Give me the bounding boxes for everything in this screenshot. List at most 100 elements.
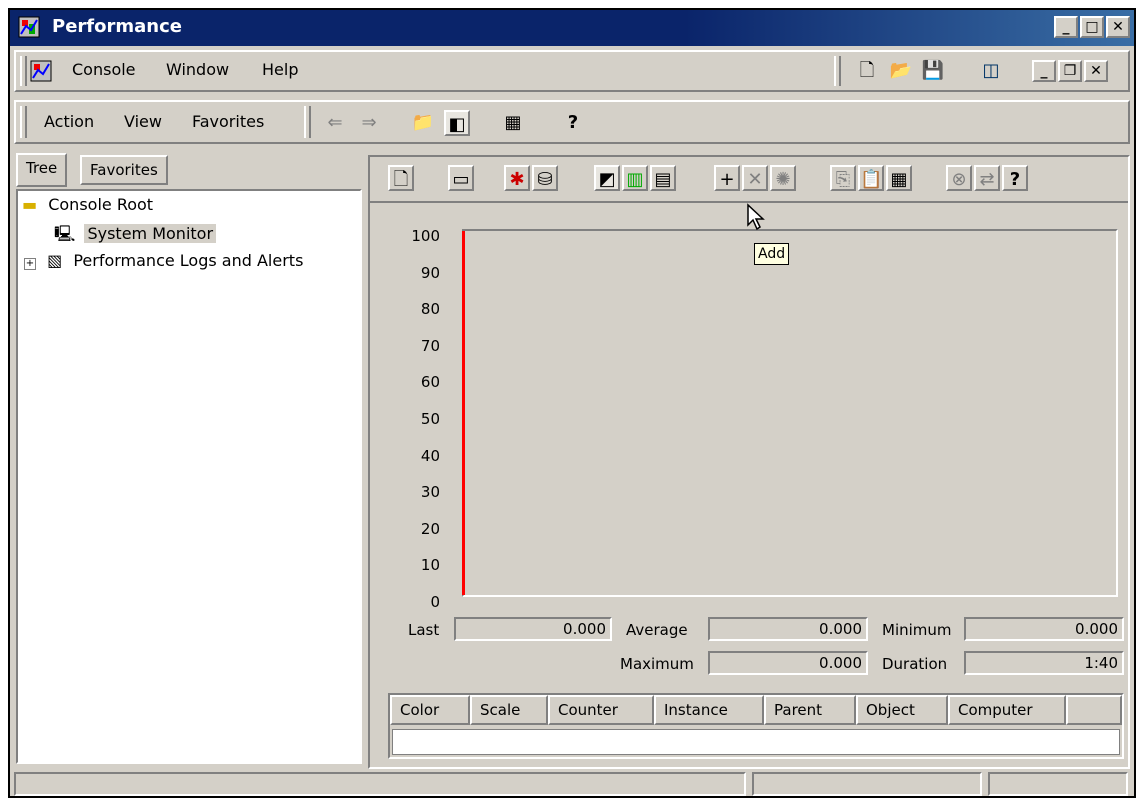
mouse-cursor-icon xyxy=(746,203,766,235)
maximum-value: 0.000 xyxy=(708,651,868,675)
show-hide-tree-icon[interactable]: ◧ xyxy=(444,110,470,136)
menu-action[interactable]: Action xyxy=(44,112,94,131)
y-tick-label: 50 xyxy=(420,410,440,428)
new-file-icon[interactable]: 🗋 xyxy=(854,58,880,84)
status-panel-main xyxy=(14,772,746,796)
freeze-display-icon[interactable]: ⊗ xyxy=(946,165,972,191)
delete-icon[interactable]: ✕ xyxy=(742,165,768,191)
minimize-button[interactable]: _ xyxy=(1054,16,1078,38)
view-histogram-icon[interactable]: ▥ xyxy=(622,165,648,191)
column-object[interactable]: Object xyxy=(856,695,948,725)
y-tick-label: 40 xyxy=(420,446,440,465)
tree-pane: Tree Favorites ▬ Console Root 🖳 System M… xyxy=(16,153,362,765)
copy-properties-icon[interactable]: ⎘ xyxy=(830,165,856,191)
tree-item-label: Performance Logs and Alerts xyxy=(73,251,304,270)
tree-item-label: Console Root xyxy=(48,195,154,214)
menu-help[interactable]: Help xyxy=(262,60,298,79)
child-minimize-button[interactable]: _ xyxy=(1032,60,1056,82)
title-bar[interactable]: Performance _ □ ✕ xyxy=(10,10,1134,46)
column-filler xyxy=(1066,695,1122,725)
y-tick-label: 0 xyxy=(430,593,440,611)
clear-display-icon[interactable]: ▭ xyxy=(448,165,474,191)
save-icon[interactable]: 💾 xyxy=(920,58,946,84)
column-computer[interactable]: Computer xyxy=(948,695,1066,725)
console-tree-icon[interactable]: ◫ xyxy=(978,58,1004,84)
up-one-level-icon[interactable]: 📁 xyxy=(410,110,436,136)
last-value: 0.000 xyxy=(454,617,612,641)
back-arrow-icon[interactable]: ⇐ xyxy=(322,110,348,136)
system-monitor-icon: 🖳 xyxy=(54,224,76,243)
menu-window[interactable]: Window xyxy=(166,60,229,79)
help-icon[interactable]: ? xyxy=(560,110,586,136)
tab-favorites[interactable]: Favorites xyxy=(80,155,168,185)
action-bar: Action View Favorites ⇐ ⇒ 📁 ◧ ▦ ? xyxy=(14,100,1130,144)
time-bar xyxy=(462,231,465,595)
open-folder-icon[interactable]: 📂 xyxy=(888,58,914,84)
maximize-button[interactable]: □ xyxy=(1080,16,1104,38)
update-data-icon[interactable]: ⇄ xyxy=(974,165,1000,191)
column-scale[interactable]: Scale xyxy=(470,695,548,725)
menu-bar: Console Window Help 🗋 📂 💾 ◫ _ ❐ ✕ xyxy=(14,50,1130,92)
child-restore-button[interactable]: ❐ xyxy=(1058,60,1082,82)
average-value: 0.000 xyxy=(708,617,868,641)
performance-window: Performance _ □ ✕ Console Window Help 🗋 … xyxy=(8,8,1136,798)
add-tooltip: Add xyxy=(754,243,790,265)
monitor-help-icon[interactable]: ? xyxy=(1002,165,1028,191)
status-panel-2 xyxy=(752,772,982,796)
properties-icon[interactable]: ▦ xyxy=(500,110,526,136)
expand-icon[interactable]: + xyxy=(24,258,36,270)
console-icon[interactable] xyxy=(30,60,52,82)
tree-item-system-monitor[interactable]: 🖳 System Monitor xyxy=(54,223,217,250)
column-counter[interactable]: Counter xyxy=(548,695,654,725)
column-color[interactable]: Color xyxy=(390,695,470,725)
y-tick-label: 20 xyxy=(420,519,440,538)
tree-item-label: System Monitor xyxy=(84,224,217,243)
menu-console[interactable]: Console xyxy=(72,60,136,79)
performance-graph xyxy=(462,229,1118,597)
y-tick-label: 70 xyxy=(420,336,440,355)
y-tick-label: 90 xyxy=(420,263,440,282)
new-counter-set-icon[interactable]: 🗋 xyxy=(388,165,414,191)
column-parent[interactable]: Parent xyxy=(764,695,856,725)
tab-tree[interactable]: Tree xyxy=(16,153,68,187)
close-button[interactable]: ✕ xyxy=(1106,16,1130,38)
legend-rows[interactable] xyxy=(392,729,1120,755)
performance-app-icon xyxy=(18,16,40,38)
monitor-properties-icon[interactable]: ▦ xyxy=(886,165,912,191)
toolbar-grip[interactable] xyxy=(834,56,841,86)
forward-arrow-icon[interactable]: ⇒ xyxy=(356,110,382,136)
average-label: Average xyxy=(626,621,688,639)
window-title: Performance xyxy=(52,16,182,37)
paste-counter-list-icon[interactable]: 📋 xyxy=(858,165,884,191)
menu-bar-grip[interactable] xyxy=(20,56,27,86)
tree-item-console-root[interactable]: ▬ Console Root xyxy=(22,195,153,214)
performance-logs-icon: ▧ xyxy=(47,251,63,270)
child-close-button[interactable]: ✕ xyxy=(1084,60,1108,82)
duration-value: 1:40 xyxy=(964,651,1124,675)
monitor-toolbar: 🗋 ▭ ✱ ⛁ ◩ ▥ ▤ + ✕ ✺ ⎘ 📋 ▦ ⊗ ⇄ ? xyxy=(384,161,1124,197)
view-graph-icon[interactable]: ◩ xyxy=(594,165,620,191)
action-bar-grip[interactable] xyxy=(20,106,27,138)
view-log-data-icon[interactable]: ⛁ xyxy=(532,165,558,191)
y-tick-label: 80 xyxy=(420,300,440,319)
system-monitor-pane: 🗋 ▭ ✱ ⛁ ◩ ▥ ▤ + ✕ ✺ ⎘ 📋 ▦ ⊗ ⇄ ? 100 90 80 7… xyxy=(368,155,1130,769)
menu-view[interactable]: View xyxy=(124,112,162,131)
menu-favorites[interactable]: Favorites xyxy=(192,112,264,131)
folder-icon: ▬ xyxy=(22,195,38,214)
tree-item-performance-logs[interactable]: + ▧ Performance Logs and Alerts xyxy=(24,251,303,270)
view-current-activity-icon[interactable]: ✱ xyxy=(504,165,530,191)
add-icon[interactable]: + xyxy=(714,165,740,191)
minimum-value: 0.000 xyxy=(964,617,1124,641)
y-tick-label: 60 xyxy=(420,373,440,392)
tree-view: ▬ Console Root 🖳 System Monitor + ▧ Perf… xyxy=(16,189,362,764)
column-instance[interactable]: Instance xyxy=(654,695,764,725)
minimum-label: Minimum xyxy=(882,621,952,639)
nav-grip[interactable] xyxy=(304,106,311,138)
maximum-label: Maximum xyxy=(620,655,694,673)
y-tick-label: 10 xyxy=(420,556,440,575)
status-panel-3 xyxy=(988,772,1128,796)
highlight-icon[interactable]: ✺ xyxy=(770,165,796,191)
view-report-icon[interactable]: ▤ xyxy=(650,165,676,191)
status-bar xyxy=(14,772,1130,796)
counter-legend: Color Scale Counter Instance Parent Obje… xyxy=(388,693,1124,759)
